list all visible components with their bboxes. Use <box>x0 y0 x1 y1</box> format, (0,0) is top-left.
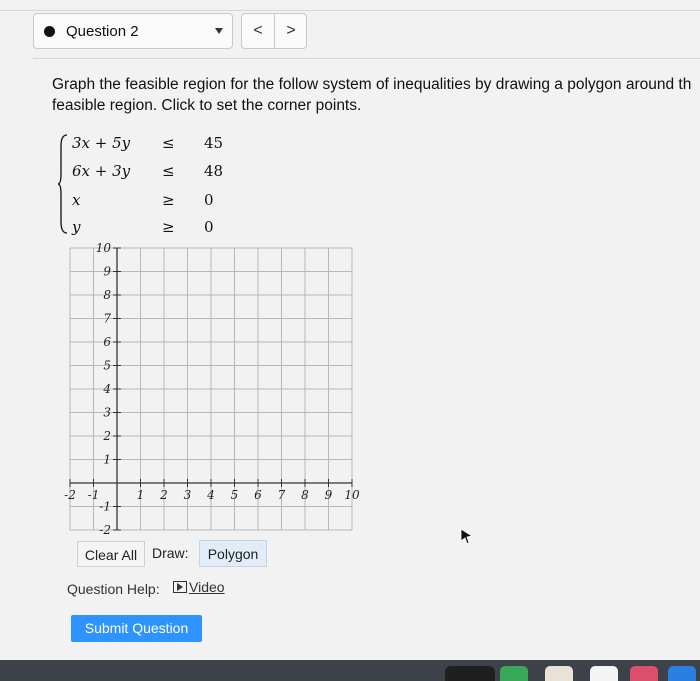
question-prompt: Graph the feasible region for the follow… <box>52 74 700 116</box>
y-tick-label: 3 <box>103 406 111 420</box>
previous-question-button[interactable]: < <box>242 14 275 48</box>
dock-app-icon[interactable] <box>668 666 696 681</box>
x-tick-label: -2 <box>64 488 76 502</box>
draw-polygon-button[interactable]: Polygon <box>199 540 267 567</box>
question-help-label: Question Help: <box>67 581 160 597</box>
x-tick-label: 7 <box>278 488 286 502</box>
x-tick-label: -1 <box>88 488 100 502</box>
x-tick-label: 1 <box>137 488 145 502</box>
header-divider <box>33 58 700 59</box>
question-nav: < > <box>241 13 307 49</box>
inequality-system: 3x + 5y ≤ 45 6x + 3y ≤ 48 x ≥ 0 y ≥ 0 <box>58 132 223 242</box>
top-divider <box>0 10 700 11</box>
y-tick-label: -2 <box>99 523 111 537</box>
video-help-link[interactable]: Video <box>173 579 225 595</box>
y-tick-label: 8 <box>103 288 111 302</box>
y-tick-label: 1 <box>103 453 111 467</box>
dock-app-icon[interactable] <box>545 666 573 681</box>
inequality-rhs: 48 <box>204 162 224 180</box>
dock-app-icon[interactable] <box>445 666 495 681</box>
mouse-cursor-icon <box>460 528 474 544</box>
dock-app-icon[interactable] <box>500 666 528 681</box>
prompt-line-2: feasible region. Click to set the corner… <box>52 97 362 114</box>
dock-app-icon[interactable] <box>630 666 658 681</box>
question-screen: Question 2 < > Graph the feasible region… <box>0 0 700 660</box>
dock-app-icon[interactable] <box>590 666 618 681</box>
x-tick-label: 8 <box>301 488 309 502</box>
x-tick-label: 2 <box>159 488 168 502</box>
question-selector-label: Question 2 <box>66 23 139 40</box>
status-dot-icon <box>44 26 55 37</box>
y-tick-label: 5 <box>103 359 111 373</box>
inequality-rhs: 0 <box>204 218 214 236</box>
x-tick-label: 4 <box>206 488 215 502</box>
inequality-rhs: 0 <box>204 191 214 209</box>
inequality-rhs: 45 <box>204 134 224 152</box>
question-selector[interactable]: Question 2 <box>33 13 233 49</box>
inequality-relation: ≤ <box>162 134 175 152</box>
inequality-lhs: y <box>72 218 81 236</box>
graph-canvas[interactable]: -2 -1 1 2 3 4 5 6 7 8 9 1010987654321-1-2 <box>60 240 360 540</box>
x-tick-label: 10 <box>344 488 360 502</box>
left-brace-icon <box>58 134 68 234</box>
x-tick-label: 3 <box>184 488 192 502</box>
inequality-relation: ≥ <box>162 218 175 236</box>
y-tick-label: -1 <box>99 500 111 514</box>
video-link-label: Video <box>189 579 225 595</box>
y-tick-label: 10 <box>96 241 112 255</box>
y-tick-label: 9 <box>103 265 111 279</box>
y-tick-label: 2 <box>102 429 111 443</box>
y-tick-label: 4 <box>102 382 111 396</box>
x-tick-label: 6 <box>254 488 262 502</box>
chevron-down-icon <box>215 28 223 34</box>
inequality-relation: ≤ <box>162 162 175 180</box>
x-tick-label: 9 <box>325 488 333 502</box>
inequality-lhs: x <box>72 191 81 209</box>
draw-label: Draw: <box>152 545 189 561</box>
prompt-line-1: Graph the feasible region for the follow… <box>52 76 692 93</box>
submit-question-button[interactable]: Submit Question <box>71 615 202 642</box>
next-question-button[interactable]: > <box>275 14 307 48</box>
play-video-icon <box>173 581 187 593</box>
inequality-relation: ≥ <box>162 191 175 209</box>
y-tick-label: 7 <box>103 312 111 326</box>
y-tick-label: 6 <box>103 335 111 349</box>
clear-all-button[interactable]: Clear All <box>77 541 145 567</box>
inequality-lhs: 6x + 3y <box>72 162 131 180</box>
inequality-lhs: 3x + 5y <box>72 134 131 152</box>
x-tick-label: 5 <box>231 488 239 502</box>
